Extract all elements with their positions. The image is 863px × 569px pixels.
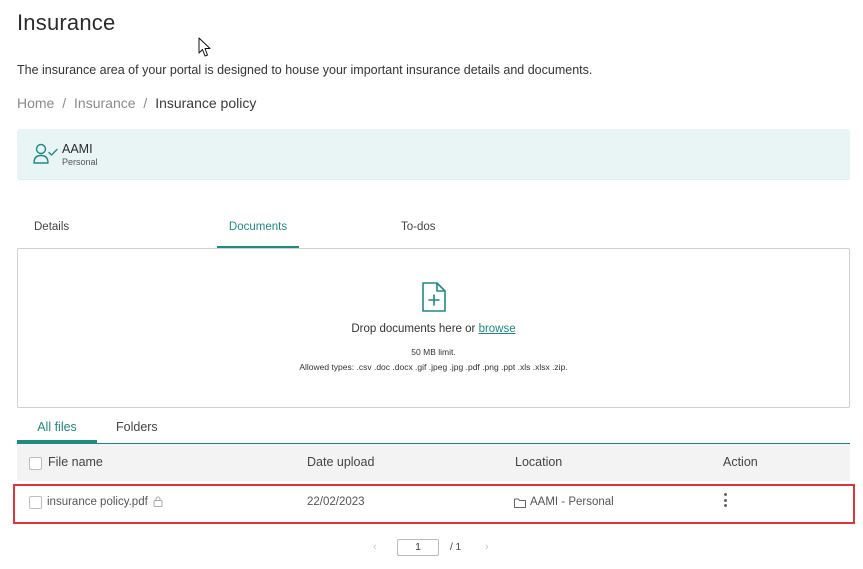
row-checkbox[interactable] bbox=[29, 496, 42, 509]
upload-size-limit: 50 MB limit. bbox=[411, 347, 456, 357]
tab-documents[interactable]: Documents bbox=[217, 215, 299, 248]
document-dropzone[interactable]: Drop documents here or browse 50 MB limi… bbox=[17, 248, 850, 408]
user-check-icon bbox=[33, 143, 58, 164]
column-file-name[interactable]: File name bbox=[48, 455, 103, 469]
breadcrumb-home[interactable]: Home bbox=[17, 95, 54, 111]
policy-type: Personal bbox=[62, 157, 98, 167]
page-number-input[interactable] bbox=[397, 539, 439, 556]
page-description: The insurance area of your portal is des… bbox=[17, 63, 593, 77]
drop-text: Drop documents here or bbox=[351, 323, 476, 335]
pagination: ‹ / 1 › bbox=[0, 538, 863, 560]
folder-icon bbox=[514, 498, 526, 508]
column-action: Action bbox=[723, 455, 758, 469]
file-date-upload: 22/02/2023 bbox=[307, 496, 365, 508]
allowed-file-types: Allowed types: .csv .doc .docx .gif .jpe… bbox=[299, 362, 568, 372]
policy-tabs: Details Documents To-dos bbox=[17, 215, 850, 248]
column-date-upload[interactable]: Date upload bbox=[307, 455, 374, 469]
file-location[interactable]: AAMI - Personal bbox=[530, 496, 614, 508]
file-view-tabs: All files Folders bbox=[17, 415, 850, 444]
tab-todos[interactable]: To-dos bbox=[401, 215, 436, 248]
file-name[interactable]: insurance policy.pdf bbox=[47, 496, 148, 508]
subtab-all-files[interactable]: All files bbox=[17, 415, 97, 443]
tab-details[interactable]: Details bbox=[34, 215, 69, 248]
select-all-checkbox[interactable] bbox=[29, 457, 42, 470]
policy-card: AAMI Personal bbox=[17, 129, 850, 180]
drop-instructions: Drop documents here or browse bbox=[18, 323, 849, 335]
subtab-folders[interactable]: Folders bbox=[116, 415, 158, 443]
kebab-menu-icon[interactable] bbox=[723, 493, 727, 509]
page-title: Insurance bbox=[17, 10, 116, 35]
breadcrumb: Home / Insurance / Insurance policy bbox=[17, 95, 256, 111]
policy-name: AAMI bbox=[62, 142, 93, 156]
page-total: / 1 bbox=[450, 542, 462, 553]
lock-icon bbox=[153, 496, 163, 507]
file-add-icon bbox=[422, 282, 446, 312]
browse-link[interactable]: browse bbox=[479, 323, 516, 335]
chevron-left-icon[interactable]: ‹ bbox=[373, 541, 377, 553]
column-location[interactable]: Location bbox=[515, 455, 562, 469]
breadcrumb-insurance[interactable]: Insurance bbox=[74, 95, 135, 111]
table-row[interactable]: insurance policy.pdf 22/02/2023 AAMI - P… bbox=[17, 487, 850, 521]
table-header: File name Date upload Location Action bbox=[17, 444, 850, 481]
chevron-right-icon[interactable]: › bbox=[485, 541, 489, 553]
breadcrumb-separator: / bbox=[143, 95, 148, 111]
breadcrumb-current: Insurance policy bbox=[155, 95, 257, 111]
breadcrumb-separator: / bbox=[62, 95, 67, 111]
mouse-cursor-icon bbox=[198, 37, 211, 57]
